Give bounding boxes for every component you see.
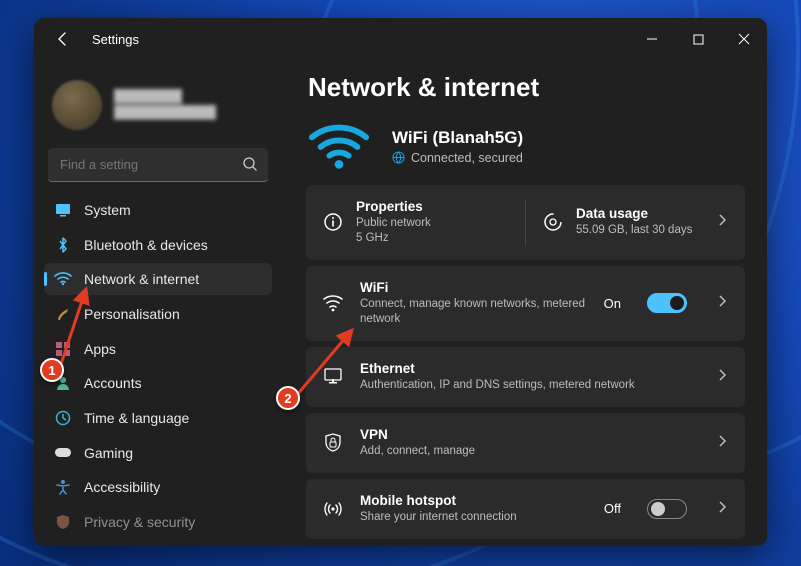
data-usage-icon <box>542 211 564 233</box>
sidebar-item-label: System <box>84 202 131 218</box>
connection-status: Connected, secured <box>411 151 523 165</box>
sidebar-item-label: Accounts <box>84 375 142 391</box>
system-icon <box>54 201 72 219</box>
search-input[interactable] <box>48 148 268 182</box>
clock-icon <box>54 409 72 427</box>
wifi-toggle[interactable] <box>647 293 687 313</box>
vpn-title: VPN <box>360 427 701 442</box>
ethernet-icon <box>322 366 344 388</box>
gaming-icon <box>54 444 72 462</box>
hotspot-state-label: Off <box>604 501 621 516</box>
sidebar-item-label: Accessibility <box>84 479 160 495</box>
sidebar-item-time[interactable]: Time & language <box>44 402 272 434</box>
main-pane: Network & internet WiFi (Blanah5G) Conne… <box>282 60 767 546</box>
card-wifi[interactable]: WiFi Connect, manage known networks, met… <box>306 266 745 341</box>
avatar <box>52 80 102 130</box>
annotation-badge-2: 2 <box>276 386 300 410</box>
sidebar-item-label: Personalisation <box>84 306 180 322</box>
account-block[interactable]: ████████ ████████████ <box>44 68 272 146</box>
page-title: Network & internet <box>308 72 745 103</box>
apps-icon <box>54 340 72 358</box>
hero-status: WiFi (Blanah5G) Connected, secured <box>306 121 745 171</box>
card-hotspot[interactable]: Mobile hotspot Share your internet conne… <box>306 479 745 539</box>
sidebar-item-gaming[interactable]: Gaming <box>44 437 272 469</box>
sidebar-item-accessibility[interactable]: Accessibility <box>44 472 272 504</box>
sidebar: ████████ ████████████ System Bluetooth &… <box>34 60 282 546</box>
window-title: Settings <box>92 32 139 47</box>
sidebar-item-personalisation[interactable]: Personalisation <box>44 298 272 330</box>
ethernet-sub: Authentication, IP and DNS settings, met… <box>360 378 701 393</box>
chevron-right-icon <box>717 213 729 231</box>
wifi-title: WiFi <box>360 280 588 295</box>
search-icon <box>242 156 258 177</box>
sidebar-item-label: Gaming <box>84 445 133 461</box>
sidebar-item-label: Apps <box>84 341 116 357</box>
wifi-sub: Connect, manage known networks, metered … <box>360 297 588 327</box>
properties-sub: Public network 5 GHz <box>356 216 431 246</box>
wifi-state-label: On <box>604 296 621 311</box>
annotation-badge-1: 1 <box>40 358 64 382</box>
account-text: ████████ ████████████ <box>114 89 216 120</box>
usage-sub: 55.09 GB, last 30 days <box>576 223 692 238</box>
hotspot-sub: Share your internet connection <box>360 510 588 525</box>
sidebar-item-label: Network & internet <box>84 271 199 287</box>
vpn-icon <box>322 432 344 454</box>
card-vpn[interactable]: VPN Add, connect, manage <box>306 413 745 473</box>
globe-icon <box>392 151 405 164</box>
brush-icon <box>54 305 72 323</box>
chevron-right-icon <box>717 368 729 386</box>
vpn-sub: Add, connect, manage <box>360 444 701 459</box>
back-button[interactable] <box>52 28 74 50</box>
info-band[interactable]: Properties Public network 5 GHz Data usa… <box>306 185 745 260</box>
titlebar: Settings <box>34 18 767 60</box>
card-ethernet[interactable]: Ethernet Authentication, IP and DNS sett… <box>306 347 745 407</box>
sidebar-item-label: Time & language <box>84 410 189 426</box>
ethernet-title: Ethernet <box>360 361 701 376</box>
properties-link[interactable]: Properties Public network 5 GHz <box>322 199 509 246</box>
settings-window: Settings ████████ ████████████ <box>34 18 767 546</box>
sidebar-item-label: Privacy & security <box>84 514 195 530</box>
hotspot-title: Mobile hotspot <box>360 493 588 508</box>
bluetooth-icon <box>54 236 72 254</box>
sidebar-item-privacy[interactable]: Privacy & security <box>44 506 272 538</box>
chevron-right-icon <box>717 294 729 312</box>
chevron-right-icon <box>717 434 729 452</box>
sidebar-item-network[interactable]: Network & internet <box>44 263 272 295</box>
wifi-large-icon <box>308 121 370 171</box>
sidebar-item-bluetooth[interactable]: Bluetooth & devices <box>44 229 272 261</box>
sidebar-item-apps[interactable]: Apps <box>44 333 272 365</box>
data-usage-link[interactable]: Data usage 55.09 GB, last 30 days <box>542 199 729 246</box>
hotspot-icon <box>322 498 344 520</box>
minimize-button[interactable] <box>629 18 675 60</box>
shield-icon <box>54 513 72 531</box>
info-icon <box>322 211 344 233</box>
connection-name: WiFi (Blanah5G) <box>392 128 523 148</box>
hotspot-toggle[interactable] <box>647 499 687 519</box>
nav-list: System Bluetooth & devices Network & int… <box>44 194 272 538</box>
wifi-icon <box>322 292 344 314</box>
sidebar-item-system[interactable]: System <box>44 194 272 226</box>
maximize-button[interactable] <box>675 18 721 60</box>
chevron-right-icon <box>717 500 729 518</box>
accessibility-icon <box>54 478 72 496</box>
sidebar-item-label: Bluetooth & devices <box>84 237 208 253</box>
wifi-icon <box>54 270 72 288</box>
properties-title: Properties <box>356 199 431 214</box>
usage-title: Data usage <box>576 206 692 221</box>
search-box <box>48 148 268 182</box>
sidebar-item-accounts[interactable]: Accounts <box>44 368 272 400</box>
close-button[interactable] <box>721 18 767 60</box>
